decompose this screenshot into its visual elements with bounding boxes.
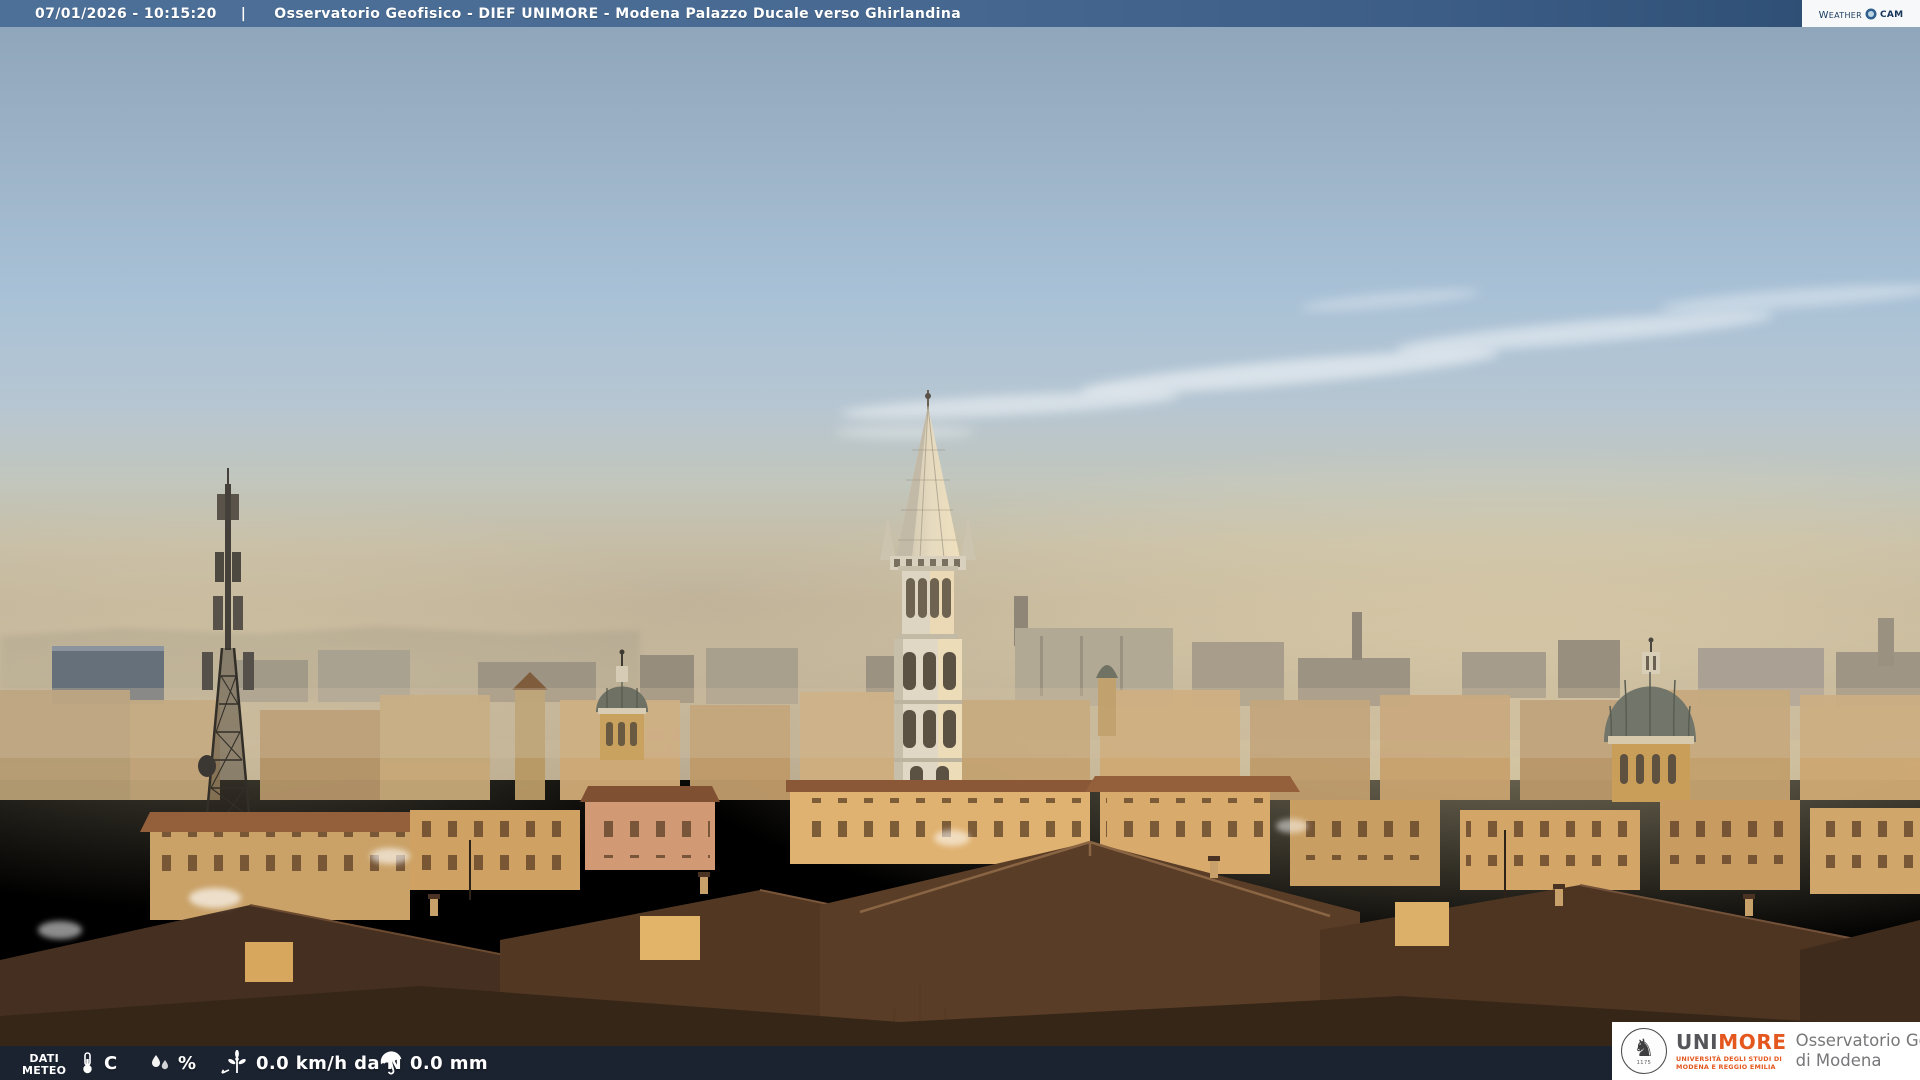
unimore-seal-icon: ♞ 1175	[1621, 1028, 1667, 1074]
seal-year: 1175	[1636, 1060, 1652, 1066]
temperature-item: C	[76, 1046, 118, 1080]
humidity-item: %	[148, 1046, 196, 1080]
title-bar: 07/01/2026 - 10:15:20 | Osservatorio Geo…	[0, 0, 1920, 27]
rain-value: 0.0 mm	[410, 1052, 489, 1074]
anemometer-icon	[221, 1050, 246, 1074]
thermometer-icon	[83, 1052, 92, 1074]
webcam-page: 07/01/2026 - 10:15:20 | Osservatorio Geo…	[0, 0, 1920, 1080]
wind-item: 0.0 km/h da N	[220, 1046, 402, 1080]
observatory-name-line2: di Modena	[1795, 1051, 1882, 1070]
university-subtitle-line2: MODENA E REGGIO EMILIA	[1676, 1062, 1776, 1071]
unimore-acronym-more: MORE	[1718, 1029, 1787, 1054]
unimore-branding[interactable]: ♞ 1175 UNIMORE UNIVERSITÀ DEGLI STUDI DI…	[1612, 1022, 1920, 1080]
university-subtitle: UNIVERSITÀ DEGLI STUDI DI MODENA E REGGI…	[1676, 1055, 1787, 1071]
droplets-icon	[152, 1055, 168, 1070]
page-title: Osservatorio Geofisico - DIEF UNIMORE - …	[274, 5, 962, 22]
university-subtitle-line1: UNIVERSITÀ DEGLI STUDI DI	[1676, 1054, 1782, 1063]
weather-label-line2: METEO	[22, 1064, 67, 1078]
weathercam-logo-text1: Weather	[1818, 5, 1862, 22]
temperature-value: C	[104, 1052, 118, 1074]
webcam-photo	[0, 0, 1920, 1080]
unimore-wordmark: UNIMORE UNIVERSITÀ DEGLI STUDI DI MODENA…	[1676, 1032, 1787, 1071]
observatory-name: Osservatorio Geofisico di Modena	[1796, 1031, 1920, 1071]
timestamp: 07/01/2026 - 10:15:20	[35, 5, 217, 22]
observatory-name-line1: Osservatorio Geofisico	[1795, 1030, 1920, 1050]
weathercam-logo[interactable]: Weather Cam	[1802, 0, 1920, 27]
separator: |	[240, 5, 247, 22]
unimore-acronym-uni: UNI	[1676, 1029, 1719, 1054]
knight-seal-glyph: ♞	[1633, 1034, 1655, 1062]
unimore-acronym: UNIMORE	[1676, 1032, 1787, 1052]
umbrella-icon	[380, 1051, 402, 1075]
weathercam-dot-icon	[1865, 8, 1877, 19]
weathercam-logo-text2: Cam	[1880, 6, 1904, 21]
humidity-value: %	[178, 1052, 197, 1074]
rain-item: 0.0 mm	[378, 1046, 488, 1080]
weather-data-label: DATI METEO	[22, 1052, 67, 1078]
